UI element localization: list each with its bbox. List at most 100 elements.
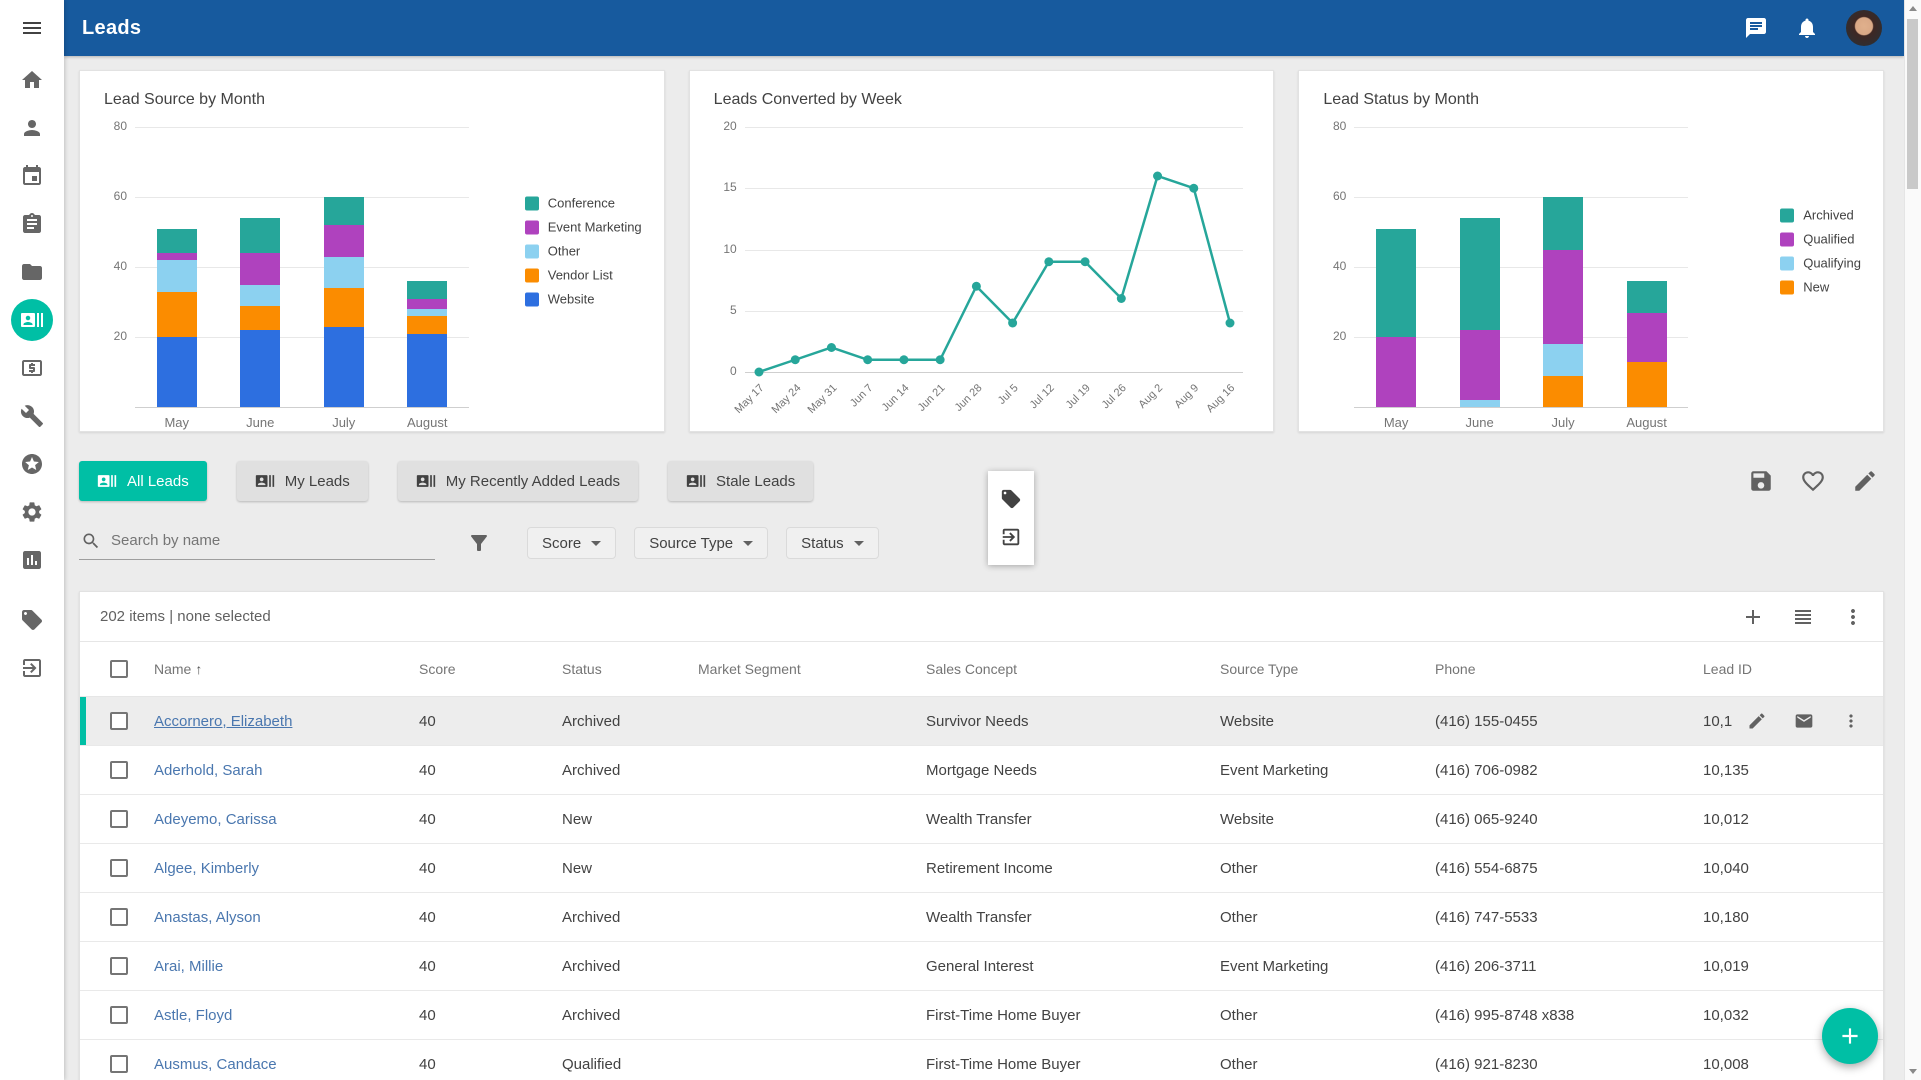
status-cell: Archived	[562, 762, 698, 779]
sales-concept-cell: Retirement Income	[926, 860, 1220, 877]
sidebar-item-calendar[interactable]	[0, 152, 64, 200]
row-checkbox[interactable]	[110, 859, 128, 877]
tab-my-leads[interactable]: My Leads	[237, 461, 368, 501]
edit-icon[interactable]	[1747, 711, 1767, 731]
bar-segment	[240, 330, 280, 407]
sidebar-item-reports[interactable]	[0, 536, 64, 584]
chevron-down-icon	[591, 541, 601, 546]
legend-label: Vendor List	[548, 268, 613, 283]
lead-id-cell: 10,012	[1703, 811, 1883, 828]
table-row[interactable]: Accornero, Elizabeth40ArchivedSurvivor N…	[80, 697, 1883, 746]
lead-name-link[interactable]: Aderhold, Sarah	[154, 762, 262, 779]
lead-id-cell: 10,019	[1703, 958, 1883, 975]
contacts-icon	[255, 471, 275, 491]
select-all-checkbox[interactable]	[110, 660, 128, 678]
sales-concept-cell: First-Time Home Buyer	[926, 1007, 1220, 1024]
sidebar-item-tasks[interactable]	[0, 200, 64, 248]
row-checkbox[interactable]	[110, 1055, 128, 1073]
sidebar-item-profile[interactable]	[0, 104, 64, 152]
column-header-status[interactable]: Status	[562, 661, 698, 677]
score-cell: 40	[419, 762, 562, 779]
add-icon[interactable]	[1741, 605, 1765, 629]
source-type-cell: Other	[1220, 860, 1435, 877]
table-row[interactable]: Ausmus, Candace40QualifiedFirst-Time Hom…	[80, 1040, 1883, 1080]
column-header-phone[interactable]: Phone	[1435, 661, 1703, 677]
source-type-dropdown[interactable]: Source Type	[634, 527, 768, 559]
column-header-name[interactable]: Name↑	[154, 661, 419, 677]
legend-label: Conference	[548, 196, 615, 211]
tab-all-leads[interactable]: All Leads	[79, 461, 207, 501]
sidebar-item-billing[interactable]	[0, 344, 64, 392]
tab-my-recently-added-leads[interactable]: My Recently Added Leads	[398, 461, 638, 501]
bar-segment	[324, 257, 364, 289]
sidebar-item-favorites[interactable]	[0, 440, 64, 488]
favorite-icon[interactable]	[1800, 468, 1826, 494]
lead-name-link[interactable]: Algee, Kimberly	[154, 860, 259, 877]
table-row[interactable]: Astle, Floyd40ArchivedFirst-Time Home Bu…	[80, 991, 1883, 1040]
bar-segment	[324, 327, 364, 408]
legend-item: Conference	[525, 196, 642, 211]
bar-segment	[324, 197, 364, 225]
lead-name-link[interactable]: Ausmus, Candace	[154, 1056, 277, 1073]
money-icon	[20, 356, 44, 380]
table-row[interactable]: Adeyemo, Carissa40NewWealth TransferWebs…	[80, 795, 1883, 844]
sidebar-item-tools[interactable]	[0, 392, 64, 440]
bar-segment	[407, 299, 447, 310]
sidebar-item-tags[interactable]	[0, 596, 64, 644]
avatar[interactable]	[1846, 10, 1882, 46]
tag-icon[interactable]	[1000, 488, 1022, 510]
sidebar-item-contacts-active[interactable]	[0, 296, 64, 344]
column-header-sales-concept[interactable]: Sales Concept	[926, 661, 1220, 677]
chat-icon[interactable]	[1744, 16, 1768, 40]
more-icon[interactable]	[1841, 711, 1861, 731]
lead-name-link[interactable]: Astle, Floyd	[154, 1007, 232, 1024]
filter-icon[interactable]	[467, 531, 491, 555]
exit-icon[interactable]	[1000, 526, 1022, 548]
chart-legend: ArchivedQualifiedQualifyingNew	[1780, 199, 1861, 304]
phone-cell: (416) 206-3711	[1435, 958, 1703, 975]
table-row[interactable]: Arai, Millie40ArchivedGeneral InterestEv…	[80, 942, 1883, 991]
list-view-icon[interactable]	[1791, 605, 1815, 629]
column-header-score[interactable]: Score	[419, 661, 562, 677]
table-row[interactable]: Algee, Kimberly40NewRetirement IncomeOth…	[80, 844, 1883, 893]
sidebar-item-exit[interactable]	[0, 644, 64, 692]
more-options-icon[interactable]	[1841, 605, 1865, 629]
row-checkbox[interactable]	[110, 957, 128, 975]
tab-stale-leads[interactable]: Stale Leads	[668, 461, 813, 501]
row-checkbox[interactable]	[110, 1006, 128, 1024]
x-axis-label: May 31	[805, 382, 839, 416]
table-row[interactable]: Anastas, Alyson40ArchivedWealth Transfer…	[80, 893, 1883, 942]
bell-icon[interactable]	[1795, 16, 1819, 40]
sidebar-item-settings[interactable]	[0, 488, 64, 536]
scroll-up-arrow[interactable]	[1905, 0, 1921, 17]
sidebar-item-home[interactable]	[0, 56, 64, 104]
lead-name-link[interactable]: Arai, Millie	[154, 958, 223, 975]
search-box	[79, 527, 435, 560]
legend-swatch	[1780, 208, 1794, 222]
row-checkbox[interactable]	[110, 810, 128, 828]
add-lead-fab[interactable]	[1822, 1008, 1878, 1064]
score-dropdown[interactable]: Score	[527, 527, 616, 559]
row-checkbox[interactable]	[110, 761, 128, 779]
edit-icon[interactable]	[1852, 468, 1878, 494]
x-axis-label: Jul 26	[1100, 382, 1129, 411]
mail-icon[interactable]	[1794, 711, 1814, 731]
save-icon[interactable]	[1748, 468, 1774, 494]
column-header-lead-id[interactable]: Lead ID	[1703, 661, 1883, 677]
bar-segment	[324, 288, 364, 327]
row-checkbox[interactable]	[110, 908, 128, 926]
sidebar-item-documents[interactable]	[0, 248, 64, 296]
status-dropdown[interactable]: Status	[786, 527, 879, 559]
column-header-market-segment[interactable]: Market Segment	[698, 661, 926, 677]
scroll-thumb[interactable]	[1907, 19, 1918, 189]
column-header-source-type[interactable]: Source Type	[1220, 661, 1435, 677]
table-row[interactable]: Aderhold, Sarah40ArchivedMortgage NeedsE…	[80, 746, 1883, 795]
lead-name-link[interactable]: Accornero, Elizabeth	[154, 713, 292, 730]
stacked-bar-chart: 20406080MayJuneJulyAugust	[1354, 127, 1688, 407]
scroll-down-arrow[interactable]	[1905, 1063, 1921, 1080]
search-input[interactable]	[111, 532, 433, 549]
lead-name-link[interactable]: Adeyemo, Carissa	[154, 811, 277, 828]
menu-icon[interactable]	[0, 0, 64, 56]
lead-name-link[interactable]: Anastas, Alyson	[154, 909, 261, 926]
row-checkbox[interactable]	[110, 712, 128, 730]
